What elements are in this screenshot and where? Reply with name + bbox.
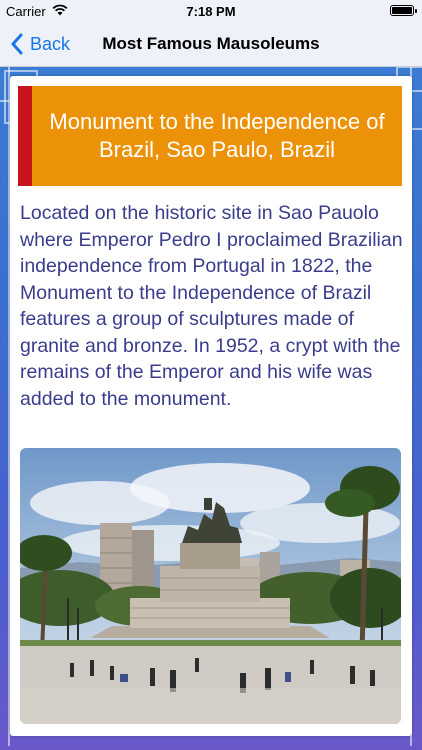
monument-photo-illustration bbox=[20, 448, 401, 724]
battery-fill bbox=[392, 7, 412, 14]
title-accent-stripe bbox=[18, 86, 32, 186]
title-banner: Monument to the Independence of Brazil, … bbox=[18, 86, 402, 186]
monument-photo bbox=[20, 448, 401, 724]
article-card: Monument to the Independence of Brazil, … bbox=[10, 76, 412, 736]
status-time: 7:18 PM bbox=[186, 4, 236, 19]
article-description: Located on the historic site in Sao Pauo… bbox=[20, 202, 403, 410]
battery-icon bbox=[390, 5, 417, 16]
nav-title: Most Famous Mausoleums bbox=[102, 34, 320, 53]
navigation-bar: Back Most Famous Mausoleums bbox=[0, 22, 422, 67]
article-title: Monument to the Independence of Brazil, … bbox=[49, 109, 385, 162]
status-bar: Carrier 7:18 PM bbox=[0, 0, 422, 22]
